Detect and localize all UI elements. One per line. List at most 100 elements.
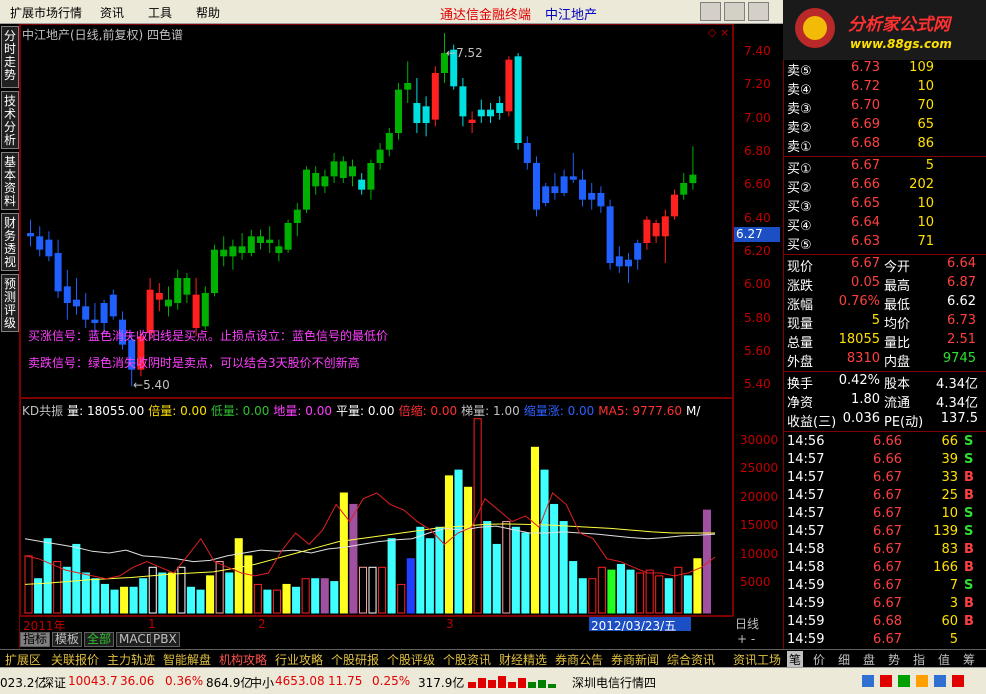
separator-line xyxy=(784,254,986,255)
chart-control-icons[interactable]: ◇ × xyxy=(708,26,729,39)
orderbook-row: 买④ 6.64 10 xyxy=(784,215,986,234)
quote-stat-row: 收益(三) 0.036 PE(动) 137.5 xyxy=(784,411,986,430)
current-price-tag: 6.27 xyxy=(734,227,780,242)
volume-bar xyxy=(636,572,645,614)
tab-forecast-rating[interactable]: 预测评级 xyxy=(1,274,19,332)
low-price-value: 5.40 xyxy=(143,378,170,392)
volume-bar xyxy=(578,578,587,614)
volume-bar xyxy=(206,575,215,614)
period-label[interactable]: 日线 xyxy=(735,615,759,632)
menu-help[interactable]: 帮助 xyxy=(196,4,220,21)
tick-volume: 60 xyxy=(941,614,958,629)
minimize-button[interactable] xyxy=(700,2,721,21)
candle-body xyxy=(27,233,34,237)
func-broker-notice[interactable]: 券商公告 xyxy=(555,651,603,668)
candle-body xyxy=(487,109,494,117)
stat-label: 现量 xyxy=(787,317,814,332)
candle-body xyxy=(625,259,632,267)
func-broker-news[interactable]: 券商新闻 xyxy=(611,651,659,668)
server-name[interactable]: 深圳电信行情四 xyxy=(572,674,656,691)
func-general-news[interactable]: 综合资讯 xyxy=(667,651,715,668)
func-stock-research[interactable]: 个股研报 xyxy=(331,651,379,668)
orderbook-price: 6.67 xyxy=(851,158,880,173)
func-stock-rating[interactable]: 个股评级 xyxy=(387,651,435,668)
quote-stat-row: 涨跌 0.05 最高 6.87 xyxy=(784,275,986,294)
ma-line-white xyxy=(24,525,716,563)
func-main-force-track[interactable]: 主力轨迹 xyxy=(107,651,155,668)
orderbook-volume: 70 xyxy=(917,98,934,113)
rtab-ticks[interactable]: 笔 xyxy=(787,651,804,668)
func-extension-area[interactable]: 扩展区 xyxy=(5,651,41,668)
tab-financial-view[interactable]: 财务透视 xyxy=(1,213,19,271)
tick-row: 14:57 6.67 25 B xyxy=(784,488,986,506)
tick-row: 14:58 6.67 166 B xyxy=(784,560,986,578)
tab-pbx[interactable]: PBX xyxy=(150,632,180,647)
orderbook-row: 卖② 6.69 65 xyxy=(784,117,986,136)
func-institution-strategy[interactable]: 机构攻略 xyxy=(219,651,267,668)
candle-body xyxy=(560,176,568,193)
rtab-value[interactable]: 值 xyxy=(938,651,950,668)
volume-bar xyxy=(521,532,530,614)
func-stock-news[interactable]: 个股资讯 xyxy=(443,651,491,668)
orderbook-label: 卖③ xyxy=(787,102,812,117)
tab-indicator[interactable]: 指标 xyxy=(20,632,51,647)
func-related-quotes[interactable]: 关联报价 xyxy=(51,651,99,668)
tick-direction: B xyxy=(964,596,974,611)
volume-chart[interactable] xyxy=(21,399,732,615)
rtab-chips[interactable]: 筹 xyxy=(963,651,975,668)
volume-indicator-header: KD共振 量: 18055.00 倍量: 0.00 低量: 0.00 地量: 0.00 平… xyxy=(22,402,732,418)
rtab-orderbook[interactable]: 盘 xyxy=(863,651,875,668)
zoom-buttons[interactable]: + - xyxy=(737,632,755,646)
stat-value: 4.34亿 xyxy=(936,377,978,392)
volume-axis-tick: 25000 xyxy=(740,461,779,476)
maximize-button[interactable] xyxy=(724,2,745,21)
tab-fundamentals[interactable]: 基本资料 xyxy=(1,152,19,210)
sz-index: 10043.7 xyxy=(68,674,118,688)
candle-body xyxy=(155,293,163,300)
orderbook-label: 买③ xyxy=(787,200,812,215)
candle-body xyxy=(100,303,108,323)
volume-bar xyxy=(282,583,291,614)
sz-label: 深证 xyxy=(42,676,67,690)
candle-body xyxy=(542,186,550,203)
candle-body xyxy=(523,143,531,163)
volume-axis-tick: 10000 xyxy=(740,546,779,561)
volume-bar xyxy=(693,558,702,614)
tab-all[interactable]: 全部 xyxy=(84,632,115,647)
orderbook-label: 卖⑤ xyxy=(787,64,812,79)
tab-time-sharing[interactable]: 分时走势 xyxy=(1,26,19,88)
volume-bar xyxy=(244,555,253,614)
tab-template[interactable]: 模板 xyxy=(52,632,83,647)
menu-tools[interactable]: 工具 xyxy=(148,4,172,21)
rtab-trend[interactable]: 势 xyxy=(888,651,900,668)
candle-body xyxy=(551,186,559,193)
stat-value: 6.64 xyxy=(947,256,976,271)
candle-body xyxy=(533,163,540,210)
stat-value: 1.80 xyxy=(851,392,880,407)
stat-label: 总量 xyxy=(787,336,814,351)
candle-body xyxy=(376,149,384,163)
volume-chart-pane[interactable] xyxy=(20,398,733,616)
stat-label: 现价 xyxy=(787,260,814,275)
candle-body xyxy=(183,278,191,295)
candle-body xyxy=(339,161,347,178)
tick-direction: S xyxy=(964,524,974,539)
close-button[interactable] xyxy=(748,2,769,21)
stock-title: 中江地产 xyxy=(545,8,598,23)
rtab-price[interactable]: 价 xyxy=(813,651,825,668)
func-smart-analysis[interactable]: 智能解盘 xyxy=(163,651,211,668)
menu-extended-market[interactable]: 扩展市场行情 xyxy=(10,4,82,21)
func-industry-strategy[interactable]: 行业攻略 xyxy=(275,651,323,668)
orderbook-price: 6.73 xyxy=(851,60,880,75)
tab-technical-analysis[interactable]: 技术分析 xyxy=(1,91,19,149)
orderbook-volume: 10 xyxy=(917,196,934,211)
menu-news[interactable]: 资讯 xyxy=(100,4,124,21)
stat-value: 9745 xyxy=(942,351,976,366)
zx-percent: 0.25% xyxy=(372,674,411,688)
tick-volume: 139 xyxy=(933,524,958,539)
func-news-workshop[interactable]: 资讯工场 xyxy=(733,651,781,668)
func-finance-selection[interactable]: 财经精选 xyxy=(499,651,547,668)
rtab-index[interactable]: 指 xyxy=(913,651,925,668)
candle-body xyxy=(54,253,62,292)
rtab-detail[interactable]: 细 xyxy=(838,651,850,668)
